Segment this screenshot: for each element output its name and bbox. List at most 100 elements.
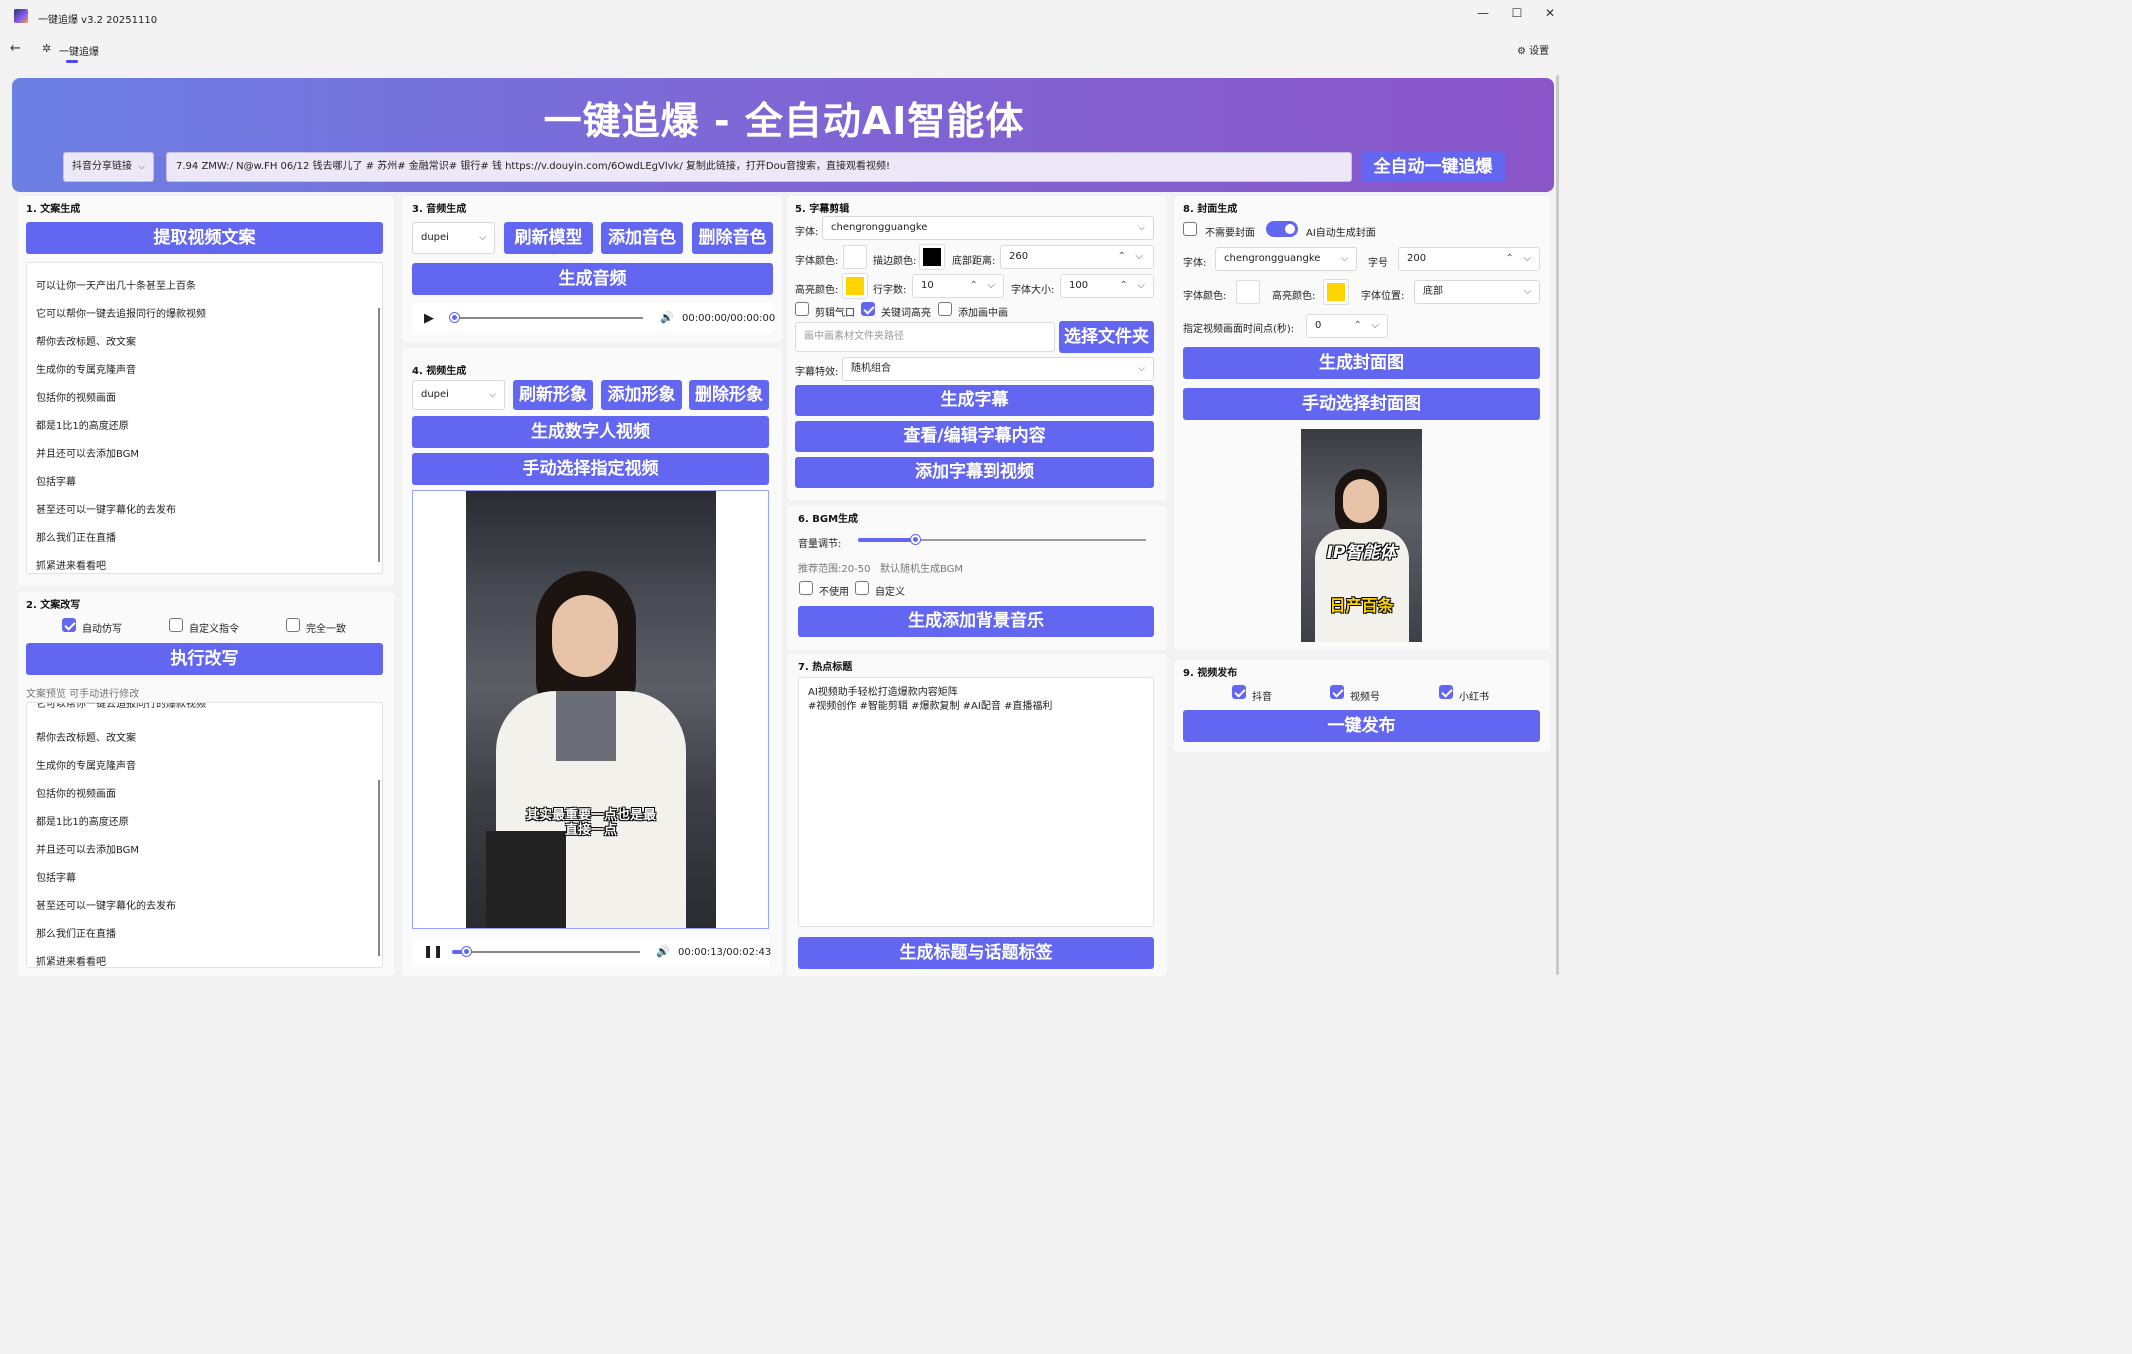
bottom-distance-field[interactable]: 260 ⌃ ⌵ [1000, 245, 1154, 269]
tab-indicator [66, 60, 78, 63]
stepper-icon[interactable]: ⌃ ⌵ [970, 275, 996, 297]
font-color-swatch[interactable] [843, 245, 867, 269]
link-input[interactable]: 7.94 ZMW:/ N@w.FH 06/12 钱去哪儿了 # 苏州# 金融常识… [166, 152, 1352, 182]
cover-time-field[interactable]: 0 ⌃ ⌵ [1306, 314, 1388, 338]
generate-title-tags-button[interactable]: 生成标题与话题标签 [798, 937, 1154, 969]
cover-size-label: 字号 [1368, 258, 1388, 269]
source-select[interactable]: 抖音分享链接 ⌵ [63, 152, 154, 182]
effect-label: 字幕特效: [795, 367, 839, 378]
publish-button[interactable]: 一键发布 [1183, 710, 1540, 742]
select-cover-button[interactable]: 手动选择封面图 [1183, 388, 1540, 420]
stepper-icon[interactable]: ⌃ ⌵ [1118, 246, 1144, 268]
add-avatar-button[interactable]: 添加形象 [601, 380, 682, 410]
auto-run-button[interactable]: 全自动一键追爆 [1361, 152, 1505, 182]
bgm-volume-thumb[interactable] [910, 535, 920, 544]
delete-avatar-button[interactable]: 删除形象 [689, 380, 769, 410]
cut-pause-checkbox[interactable] [795, 302, 809, 316]
audio-progress-track[interactable] [452, 317, 643, 319]
cover-font-color-swatch[interactable] [1236, 280, 1260, 304]
play-icon[interactable]: ▶ [424, 311, 434, 326]
douyin-checkbox[interactable] [1232, 685, 1246, 699]
identical-checkbox[interactable] [286, 618, 300, 632]
refresh-model-button[interactable]: 刷新模型 [504, 222, 593, 254]
section-title: 4. 视频生成 [412, 366, 467, 377]
auto-rewrite-checkbox[interactable] [62, 618, 76, 632]
chevron-down-icon: ⌵ [1341, 254, 1348, 264]
scrollbar[interactable] [378, 780, 380, 956]
chars-per-line-field[interactable]: 10 ⌃ ⌵ [912, 274, 1004, 298]
bgm-none-checkbox[interactable] [799, 581, 813, 595]
refresh-avatar-button[interactable]: 刷新形象 [513, 380, 593, 410]
chars-per-line-label: 行字数: [873, 285, 907, 296]
volume-icon[interactable]: 🔊 [660, 311, 674, 324]
section-title: 8. 封面生成 [1183, 204, 1238, 215]
select-video-button[interactable]: 手动选择指定视频 [412, 453, 769, 485]
close-icon[interactable]: ✕ [1537, 4, 1563, 22]
chevron-down-icon: ⌵ [1138, 364, 1145, 374]
pip-checkbox[interactable] [938, 302, 952, 316]
scrollbar[interactable] [378, 308, 380, 562]
generate-digital-human-button[interactable]: 生成数字人视频 [412, 416, 769, 448]
tab-label[interactable]: 一键追爆 [59, 43, 99, 58]
list-item: 并且还可以去添加BGM [36, 449, 140, 460]
back-arrow-icon[interactable]: ← [10, 41, 21, 56]
extract-copy-button[interactable]: 提取视频文案 [26, 222, 383, 254]
xiaohongshu-checkbox[interactable] [1439, 685, 1453, 699]
stroke-color-swatch[interactable] [920, 245, 944, 269]
settings-button[interactable]: ⚙ 设置 [1517, 42, 1549, 57]
list-item: 抓紧进来看看吧 [36, 957, 106, 968]
scrollbar[interactable] [1556, 75, 1559, 975]
maximize-icon[interactable]: ☐ [1504, 4, 1530, 22]
video-progress-track[interactable] [452, 951, 640, 953]
stepper-icon[interactable]: ⌃ ⌵ [1354, 315, 1380, 337]
minimize-icon[interactable]: — [1470, 4, 1496, 22]
channels-checkbox[interactable] [1330, 685, 1344, 699]
cover-highlight-swatch[interactable] [1324, 280, 1348, 304]
cover-font-select[interactable]: chengrongguangke ⌵ [1215, 247, 1357, 271]
hot-title-textarea[interactable]: AI视频助手轻松打造爆款内容矩阵 #视频创作 #智能剪辑 #爆款复制 #AI配音… [798, 677, 1154, 927]
volume-icon[interactable]: 🔊 [656, 945, 670, 958]
cover-pos-label: 字体位置: [1361, 291, 1405, 302]
keyword-highlight-checkbox[interactable] [861, 302, 875, 316]
pause-icon[interactable]: ❚❚ [423, 944, 443, 958]
pip-label: 添加画中画 [958, 308, 1008, 319]
voice-select[interactable]: dupei ⌵ [412, 222, 495, 254]
pip-folder-input[interactable]: 画中画素材文件夹路径 [795, 322, 1055, 352]
avatar-select[interactable]: dupei ⌵ [412, 380, 505, 410]
rewrite-button[interactable]: 执行改写 [26, 643, 383, 675]
edit-subtitle-button[interactable]: 查看/编辑字幕内容 [795, 421, 1154, 452]
generate-cover-button[interactable]: 生成封面图 [1183, 347, 1540, 379]
cover-pos-select[interactable]: 底部 ⌵ [1414, 280, 1540, 304]
video-progress-thumb[interactable] [462, 947, 472, 956]
cover-size-field[interactable]: 200 ⌃ ⌵ [1398, 247, 1540, 271]
generate-subtitle-button[interactable]: 生成字幕 [795, 385, 1154, 416]
add-voice-button[interactable]: 添加音色 [601, 222, 683, 254]
select-folder-button[interactable]: 选择文件夹 [1059, 321, 1154, 353]
no-cover-label: 不需要封面 [1205, 228, 1255, 239]
title-bar [0, 0, 1568, 34]
list-item: 包括字幕 [36, 873, 76, 884]
list-item: 甚至还可以一键字幕化的去发布 [36, 505, 176, 516]
ai-cover-toggle[interactable] [1266, 221, 1298, 237]
font-select[interactable]: chengrongguangke ⌵ [822, 216, 1154, 240]
copy-list[interactable]: 可以让你一天产出几十条甚至上百条 它可以帮你一键去追报同行的爆款视频 帮你去改标题、… [26, 262, 383, 574]
font-size-field[interactable]: 100 ⌃ ⌵ [1060, 274, 1154, 298]
font-color-label: 字体颜色: [795, 256, 839, 267]
highlight-color-swatch[interactable] [843, 274, 867, 298]
custom-instruction-checkbox[interactable] [169, 618, 183, 632]
window-title: 一键追爆 v3.2 20251110 [38, 15, 158, 26]
hero-title: 一键追爆 - 全自动AI智能体 [543, 99, 1025, 143]
chevron-down-icon: ⌵ [479, 233, 486, 243]
stepper-icon[interactable]: ⌃ ⌵ [1506, 248, 1532, 270]
add-bgm-button[interactable]: 生成添加背景音乐 [798, 606, 1154, 637]
preview-list[interactable]: 它可以帮你一键去追报同行的爆款视频 帮你去改标题、改文案 生成你的专属克隆声音 包括你… [26, 702, 383, 968]
ai-cover-label: AI自动生成封面 [1306, 228, 1376, 239]
effect-select[interactable]: 随机组合 ⌵ [842, 357, 1154, 381]
delete-voice-button[interactable]: 删除音色 [692, 222, 773, 254]
bgm-custom-checkbox[interactable] [855, 581, 869, 595]
add-subtitle-to-video-button[interactable]: 添加字幕到视频 [795, 457, 1154, 488]
no-cover-checkbox[interactable] [1183, 222, 1197, 236]
generate-audio-button[interactable]: 生成音频 [412, 263, 773, 295]
stepper-icon[interactable]: ⌃ ⌵ [1120, 275, 1146, 297]
audio-progress-thumb[interactable] [450, 313, 459, 322]
